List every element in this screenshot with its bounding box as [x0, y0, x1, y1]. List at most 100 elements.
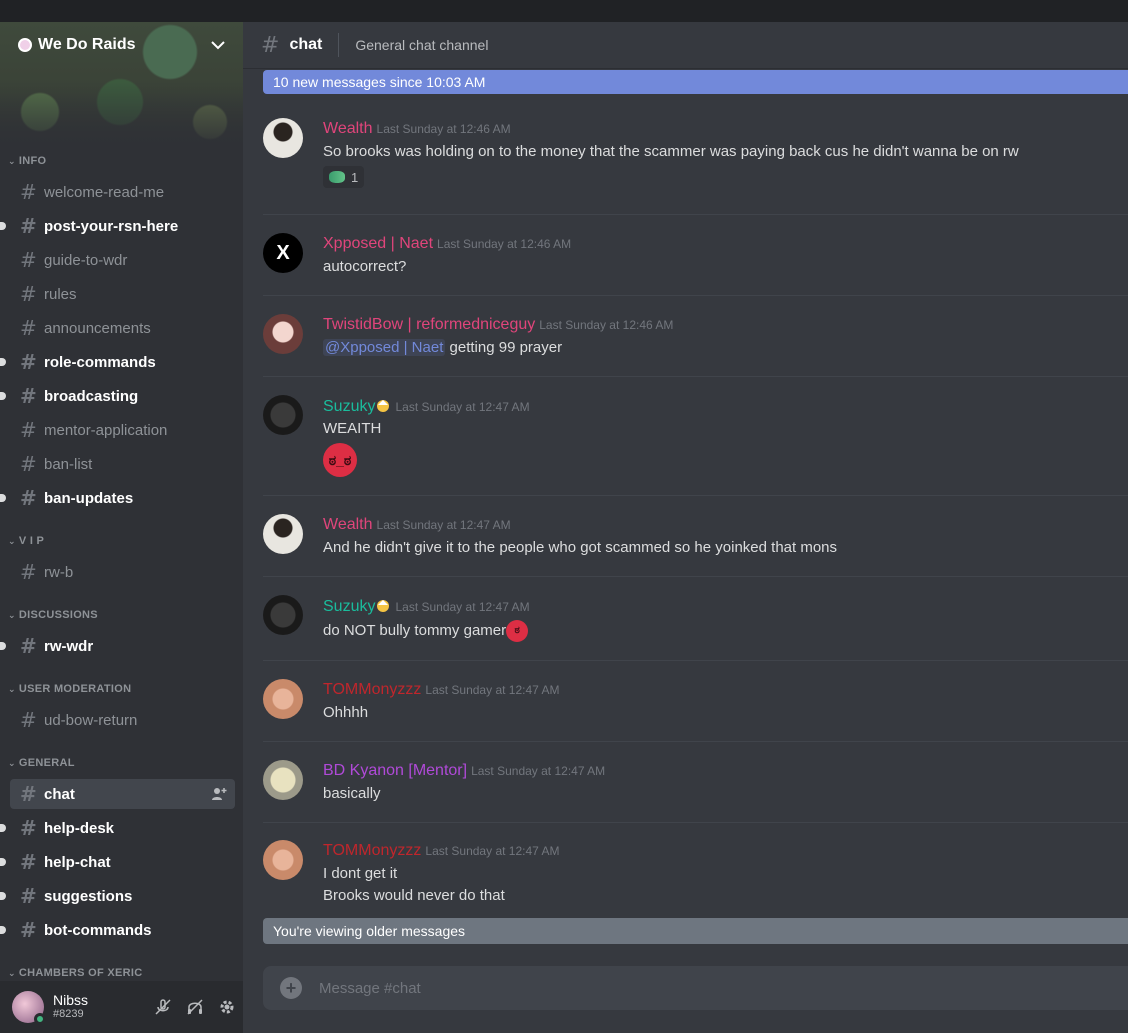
new-messages-bar[interactable]: 10 new messages since 10:03 AM	[263, 70, 1128, 94]
message-author[interactable]: Suzuky	[323, 398, 375, 415]
user-mention[interactable]: @Xpposed | Naet	[323, 339, 446, 356]
unread-indicator	[0, 926, 6, 934]
avatar[interactable]	[263, 760, 303, 800]
channel-ud-bow-return[interactable]: # ud-bow-return	[10, 705, 235, 735]
category-label: USER MODERATION	[18, 683, 132, 695]
viewing-older-messages-bar[interactable]: You're viewing older messages	[263, 918, 1128, 944]
category-discussions[interactable]: ⌄ DISCUSSIONS	[8, 609, 98, 621]
channel-header: # chat General chat channel	[243, 22, 1128, 68]
chat-main: # chat General chat channel 10 new messa…	[243, 22, 1128, 1033]
category-info[interactable]: ⌄ INFO	[8, 155, 46, 167]
avatar[interactable]: X	[263, 233, 303, 273]
message-divider	[263, 741, 1128, 742]
channel-role-commands[interactable]: # role-commands	[0, 347, 235, 377]
channel-chat[interactable]: # chat	[10, 779, 235, 809]
user-info[interactable]: Nibss #8239	[53, 993, 147, 1021]
avatar[interactable]	[263, 514, 303, 554]
reaction-button[interactable]: 1	[323, 166, 365, 188]
user-name: Nibss	[53, 992, 89, 1008]
message-divider	[263, 214, 1128, 215]
channel-label: rw-wdr	[44, 637, 94, 655]
message-timestamp: Last Sunday at 12:47 AM	[425, 844, 560, 858]
category-user-moderation[interactable]: ⌄ USER MODERATION	[8, 683, 131, 695]
avatar[interactable]	[263, 395, 303, 435]
channel-label: suggestions	[44, 887, 133, 905]
category-label: DISCUSSIONS	[18, 609, 98, 621]
guild-header[interactable]: We Do Raids	[0, 22, 243, 68]
online-status-icon	[34, 1013, 46, 1025]
channel-label: help-desk	[44, 819, 115, 837]
create-invite-icon[interactable]	[211, 786, 227, 802]
channel-ban-list[interactable]: # ban-list	[10, 449, 235, 479]
channel-label: ban-list	[44, 455, 93, 473]
channel-label: welcome-read-me	[44, 183, 165, 201]
avatar[interactable]	[263, 840, 303, 880]
avatar[interactable]	[12, 991, 46, 1025]
channel-rules[interactable]: # rules	[10, 279, 235, 309]
message-author[interactable]: BD Kyanon [Mentor]	[323, 762, 467, 779]
category-label: CHAMBERS OF XERIC	[18, 967, 143, 979]
channel-rw-wdr[interactable]: # rw-wdr	[0, 631, 235, 661]
message-timestamp: Last Sunday at 12:47 AM	[471, 764, 606, 778]
message-timestamp: Last Sunday at 12:47 AM	[395, 400, 530, 414]
channel-sidebar: We Do Raids ⌄ INFO # welcome-read-me # post…	[0, 22, 243, 1033]
message-author[interactable]: TOMMonyzzz	[323, 681, 421, 698]
category-vip[interactable]: ⌄ V I P	[8, 535, 44, 547]
message-timestamp: Last Sunday at 12:47 AM	[376, 518, 511, 532]
message-input[interactable]	[319, 979, 1099, 997]
upload-button[interactable]: +	[263, 966, 319, 1010]
channel-welcome-read-me[interactable]: # welcome-read-me	[10, 177, 235, 207]
unread-indicator	[0, 494, 6, 502]
avatar[interactable]	[263, 118, 303, 158]
category-label: GENERAL	[18, 757, 75, 769]
locked-hash-icon: #	[20, 316, 37, 340]
channel-label: announcements	[44, 319, 151, 337]
hash-icon: #	[20, 282, 37, 306]
reaction-count: 1	[351, 169, 359, 185]
plus-icon: +	[280, 977, 302, 999]
channel-help-desk[interactable]: # help-desk	[0, 813, 235, 843]
category-general[interactable]: ⌄ GENERAL	[8, 757, 75, 769]
locked-hash-icon: #	[20, 248, 37, 272]
channel-suggestions[interactable]: # suggestions	[0, 881, 235, 911]
avatar[interactable]	[263, 595, 303, 635]
channel-post-your-rsn-here[interactable]: # post-your-rsn-here	[0, 211, 235, 241]
channel-bot-commands[interactable]: # bot-commands	[0, 915, 235, 945]
message-text: And he didn't give it to the people who …	[323, 539, 838, 556]
avatar[interactable]	[263, 679, 303, 719]
channel-rw-b[interactable]: # rw-b	[10, 557, 235, 587]
message-divider	[263, 495, 1128, 496]
channel-ban-updates[interactable]: # ban-updates	[0, 483, 235, 513]
message-author[interactable]: Wealth	[323, 516, 373, 533]
user-tag: #8239	[53, 1008, 84, 1020]
message-divider	[263, 376, 1128, 377]
unread-indicator	[0, 642, 6, 650]
channel-broadcasting[interactable]: # broadcasting	[0, 381, 235, 411]
locked-hash-icon: #	[20, 708, 37, 732]
message-author[interactable]: Xpposed | Naet	[323, 235, 433, 252]
category-chambers-of-xeric[interactable]: ⌄ CHAMBERS OF XERIC	[8, 967, 143, 979]
message-author[interactable]: TwistidBow | reformedniceguy	[323, 316, 535, 333]
message-author[interactable]: TOMMonyzzz	[323, 842, 421, 859]
user-settings-button[interactable]	[211, 991, 243, 1023]
unread-indicator	[0, 358, 6, 366]
unread-indicator	[0, 392, 6, 400]
locked-hash-icon: #	[20, 560, 37, 584]
mute-button[interactable]	[147, 991, 179, 1023]
message-author[interactable]: Suzuky	[323, 598, 375, 615]
message-divider	[263, 822, 1128, 823]
channel-help-chat[interactable]: # help-chat	[0, 847, 235, 877]
channel-announcements[interactable]: # announcements	[10, 313, 235, 343]
hash-icon: #	[20, 214, 37, 238]
unread-indicator	[0, 824, 6, 832]
message-text-row: do NOT bully tommy gamer ಠ	[323, 620, 529, 642]
avatar[interactable]	[263, 314, 303, 354]
chevron-down-icon[interactable]	[211, 37, 225, 53]
channel-title: chat	[289, 36, 323, 53]
channel-guide-to-wdr[interactable]: # guide-to-wdr	[10, 245, 235, 275]
message-author[interactable]: Wealth	[323, 120, 373, 137]
guild-name: We Do Raids	[38, 36, 136, 53]
deafen-button[interactable]	[179, 991, 211, 1023]
channel-label: guide-to-wdr	[44, 251, 128, 269]
channel-mentor-application[interactable]: # mentor-application	[10, 415, 235, 445]
